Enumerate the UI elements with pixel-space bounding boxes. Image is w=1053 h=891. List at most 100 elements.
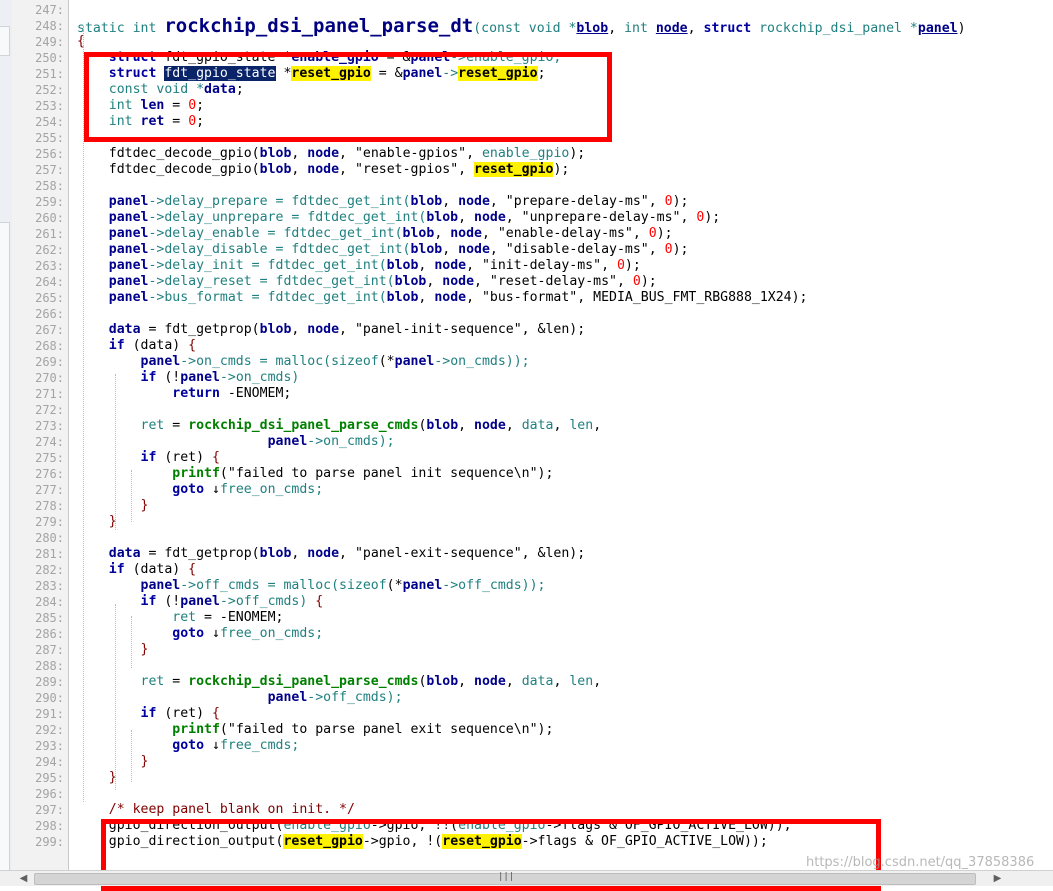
- code-line[interactable]: goto ↓free_on_cmds;: [77, 482, 323, 498]
- code-line[interactable]: printf("failed to parse panel exit seque…: [77, 722, 553, 738]
- scroll-right-arrow-icon[interactable]: ▶: [990, 872, 1005, 885]
- code-line[interactable]: panel->delay_reset = fdtdec_get_int(blob…: [77, 274, 657, 290]
- code-token: ,: [291, 146, 308, 161]
- code-line[interactable]: }: [77, 642, 149, 658]
- scrollbar-thumb[interactable]: |||: [34, 872, 976, 885]
- code-line[interactable]: panel->delay_disable = fdtdec_get_int(bl…: [77, 242, 689, 258]
- code-token: data: [108, 322, 141, 337]
- line-number: 265:: [35, 291, 64, 305]
- code-token: panel: [108, 226, 149, 241]
- code-token: {: [188, 338, 197, 353]
- code-line[interactable]: ret = -ENOMEM;: [77, 610, 283, 626]
- line-number: 284:: [35, 595, 64, 609]
- line-number: 271:: [35, 387, 64, 401]
- code-line[interactable]: goto ↓free_cmds;: [77, 738, 299, 754]
- code-token: }: [140, 642, 149, 657]
- code-token: ,: [466, 290, 482, 305]
- code-line[interactable]: if (data) {: [77, 562, 196, 578]
- code-token: free_on_cmds;: [219, 482, 324, 497]
- code-token: panel: [180, 594, 220, 609]
- code-token: node: [307, 322, 340, 337]
- code-token: panel: [108, 258, 149, 273]
- code-token: rockchip_dsi_panel *: [759, 21, 918, 36]
- code-token: ,: [458, 162, 475, 177]
- line-number: 254:: [35, 115, 64, 129]
- code-line[interactable]: if (ret) {: [77, 706, 220, 722]
- code-token: -ENOMEM;: [227, 386, 292, 401]
- code-token: );: [656, 226, 673, 241]
- code-token: rockchip_dsi_panel_parse_dt: [164, 15, 474, 37]
- code-line[interactable]: /* keep panel blank on init. */: [77, 802, 355, 818]
- code-token: 0: [648, 226, 657, 241]
- line-number: 293:: [35, 739, 64, 753]
- horizontal-scrollbar[interactable]: ◀ ||| ▶: [0, 870, 1053, 886]
- code-token: blob: [410, 242, 443, 257]
- code-line[interactable]: panel->delay_prepare = fdtdec_get_int(bl…: [77, 194, 689, 210]
- line-number: 263:: [35, 259, 64, 273]
- code-line[interactable]: ret = rockchip_dsi_panel_parse_cmds(blob…: [77, 418, 602, 434]
- code-line[interactable]: return -ENOMEM;: [77, 386, 291, 402]
- code-line[interactable]: panel->on_cmds);: [77, 434, 395, 450]
- line-number: 258:: [35, 179, 64, 193]
- code-token: "failed to parse panel init sequence\n": [227, 466, 538, 481]
- code-line[interactable]: ret = rockchip_dsi_panel_parse_cmds(blob…: [77, 674, 602, 690]
- code-line[interactable]: printf("failed to parse panel init seque…: [77, 466, 553, 482]
- code-token: ↓: [211, 482, 220, 497]
- code-token: blob: [259, 146, 292, 161]
- code-line[interactable]: if (ret) {: [77, 450, 220, 466]
- code-token: =: [164, 674, 189, 689]
- code-token: ->delay_enable = fdtdec_get_int(: [148, 226, 403, 241]
- code-line[interactable]: panel->delay_enable = fdtdec_get_int(blo…: [77, 226, 673, 242]
- scrollbar-grip-icon: |||: [498, 872, 515, 882]
- code-token: node: [474, 674, 506, 689]
- code-line[interactable]: if (!panel->off_cmds) {: [77, 594, 324, 610]
- line-number: 261:: [35, 227, 64, 241]
- code-line[interactable]: if (!panel->on_cmds): [77, 370, 300, 386]
- code-token: ,: [687, 21, 704, 36]
- scroll-left-arrow-icon[interactable]: ◀: [16, 872, 31, 885]
- code-token: );: [672, 194, 689, 209]
- code-token: ,: [418, 290, 435, 305]
- code-line[interactable]: fdtdec_decode_gpio(blob, node, "enable-g…: [77, 146, 585, 162]
- line-number: 262:: [35, 243, 64, 257]
- line-number: 247:: [35, 3, 64, 17]
- code-line[interactable]: static int rockchip_dsi_panel_parse_dt(c…: [77, 15, 966, 37]
- code-line[interactable]: data = fdt_getprop(blob, node, "panel-in…: [77, 322, 585, 338]
- code-token: ,: [593, 674, 602, 689]
- code-token: {: [188, 562, 197, 577]
- code-token: blob: [402, 226, 435, 241]
- code-line[interactable]: panel->delay_init = fdtdec_get_int(blob,…: [77, 258, 641, 274]
- code-token: rockchip_dsi_panel_parse_cmds: [188, 674, 419, 689]
- code-line[interactable]: fdtdec_decode_gpio(blob, node, "reset-gp…: [77, 162, 569, 178]
- code-token: ->on_cmds);: [307, 434, 395, 449]
- code-token: "failed to parse panel exit sequence\n": [227, 722, 538, 737]
- code-token: ,: [339, 162, 355, 177]
- code-token: ,: [442, 242, 459, 257]
- code-token: ,: [418, 258, 435, 273]
- code-token: ->delay_disable = fdtdec_get_int(: [148, 242, 411, 257]
- code-line[interactable]: panel->off_cmds = malloc(sizeof(*panel->…: [77, 578, 546, 594]
- code-line[interactable]: goto ↓free_on_cmds;: [77, 626, 323, 642]
- code-line[interactable]: data = fdt_getprop(blob, node, "panel-ex…: [77, 546, 585, 562]
- code-token: ,: [593, 418, 602, 433]
- code-line[interactable]: panel->off_cmds);: [77, 690, 403, 706]
- code-line[interactable]: if (data) {: [77, 338, 196, 354]
- code-token: , &len);: [521, 322, 586, 337]
- code-line[interactable]: }: [77, 498, 149, 514]
- code-token: panel: [180, 370, 220, 385]
- code-line[interactable]: panel->on_cmds = malloc(sizeof(*panel->o…: [77, 354, 530, 370]
- code-line[interactable]: }: [77, 754, 149, 770]
- code-token: blob: [386, 258, 419, 273]
- code-token: panel: [108, 210, 149, 225]
- code-line[interactable]: panel->delay_unprepare = fdtdec_get_int(…: [77, 210, 720, 226]
- code-token: blob: [259, 162, 292, 177]
- code-line[interactable]: panel->bus_format = fdtdec_get_int(blob,…: [77, 290, 808, 306]
- code-token: ,: [339, 546, 355, 561]
- code-token: (const void *: [473, 21, 577, 36]
